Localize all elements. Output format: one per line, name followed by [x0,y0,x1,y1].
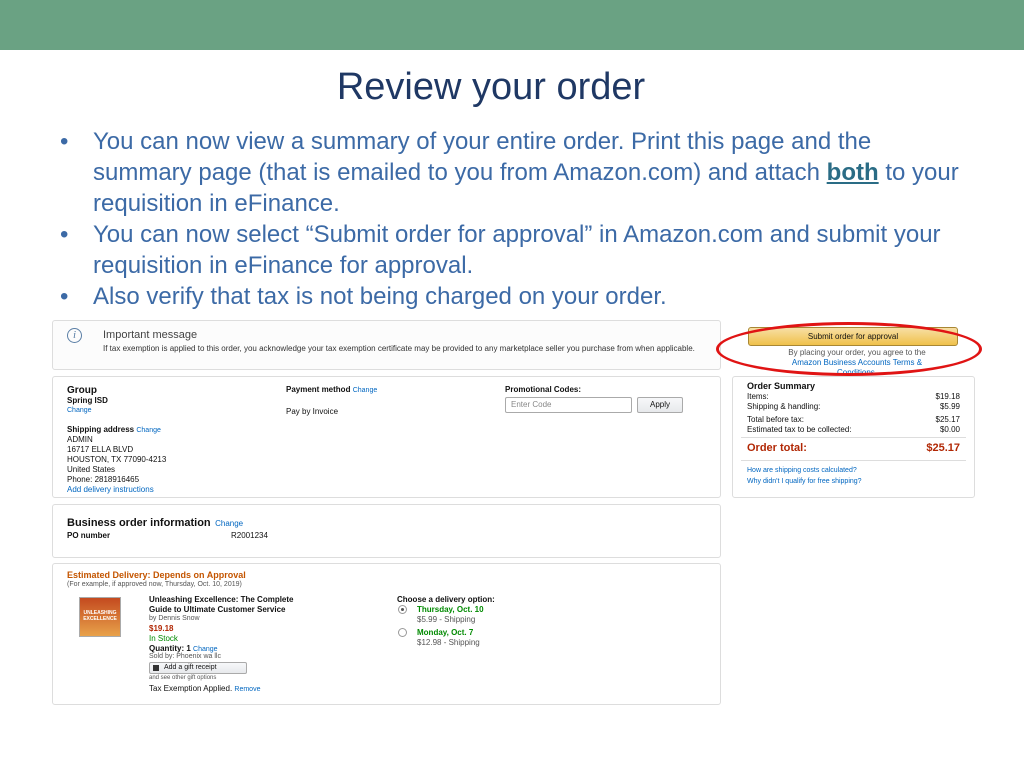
item-quantity: Quantity: 1 Change [149,644,218,653]
po-number-label: PO number [67,531,111,540]
message-body: If tax exemption is applied to this orde… [103,344,695,353]
slide-title: Review your order [336,66,646,108]
payment-change-link[interactable]: Change [353,387,378,394]
bullet-item: Also verify that tax is not being charge… [60,281,960,312]
group-value: Spring ISD [67,396,108,405]
tax-exemption-line: Tax Exemption Applied. Remove [149,684,261,693]
summary-row: Total before tax: $25.17 [747,415,960,424]
info-icon: i [67,328,82,343]
bullet-item: You can now view a summary of your entir… [60,126,960,219]
shipping-line: 16717 ELLA BLVD [67,445,134,454]
business-order-info-panel: Business order information Change PO num… [52,504,721,558]
item-title: Guide to Ultimate Customer Service [149,605,286,614]
shipping-line: United States [67,465,116,474]
divider [741,437,966,438]
bullet-list: You can now view a summary of your entir… [60,126,960,312]
remove-link[interactable]: Remove [234,686,260,693]
estimated-delivery: Estimated Delivery: Depends on Approval [67,570,246,580]
gift-options: and see other gift options [149,675,217,681]
group-change-link[interactable]: Change [67,407,92,414]
order-summary-title: Order Summary [747,381,816,391]
item-price: $19.18 [149,624,174,633]
delivery-option-date: Monday, Oct. 7 [417,628,474,637]
summary-row: Items: $19.18 [747,392,960,401]
shipping-change-link[interactable]: Change [136,427,161,434]
delivery-option-price: $12.98 - Shipping [417,638,480,647]
book-cover-image: UNLEASHING EXCELLENCE [79,597,121,637]
order-summary-panel: Order Summary Items: $19.18 Shipping & ha… [732,376,975,498]
item-author: by Dennis Snow [149,615,200,622]
delivery-instructions-link[interactable]: Add delivery instructions [67,485,154,495]
gift-icon [153,665,159,671]
header-bar [0,0,1024,50]
delivery-option-date: Thursday, Oct. 10 [417,605,484,614]
divider [741,460,966,461]
business-info-heading: Business order information Change [67,517,244,529]
summary-row: Estimated tax to be collected: $0.00 [747,425,960,434]
submit-order-button[interactable]: Submit order for approval [748,327,958,346]
po-number-value: R2001234 [231,531,268,540]
delivery-option-radio[interactable] [398,628,407,637]
delivery-panel: Estimated Delivery: Depends on Approval … [52,563,721,705]
terms-agreement: By placing your order, you agree to the … [752,348,962,378]
summary-row: Shipping & handling: $5.99 [747,402,960,411]
terms-link[interactable]: Amazon Business Accounts Terms & [752,358,962,368]
order-total-row: Order total: $25.17 [747,442,960,454]
promo-label: Promotional Codes: [505,385,582,394]
delivery-example: (For example, if approved now, Thursday,… [67,581,242,588]
item-title: Unleashing Excellence: The Complete [149,595,294,604]
amazon-review-screenshot: i Important message If tax exemption is … [52,320,982,710]
group-label: Group [67,385,97,396]
payment-method-heading: Payment method Change [286,385,378,394]
shipping-line: ADMIN [67,435,93,444]
shipping-line: HOUSTON, TX 77090-4213 [67,455,167,464]
message-title: Important message [103,329,198,341]
delivery-option-radio[interactable] [398,605,407,614]
choose-delivery-label: Choose a delivery option: [397,595,495,604]
sold-by: Sold by: Phoenix wa llc [149,653,221,660]
delivery-option-price: $5.99 - Shipping [417,615,476,624]
quantity-change-link[interactable]: Change [193,646,218,653]
apply-button[interactable]: Apply [637,397,683,413]
shipping-line: Phone: 2818916465 [67,475,140,484]
both-emphasis: both [826,159,879,186]
gift-receipt-button[interactable]: Add a gift receipt [149,662,247,674]
shipping-costs-link[interactable]: How are shipping costs calculated? [747,467,857,474]
important-message-panel: i Important message If tax exemption is … [52,320,721,370]
business-info-change-link[interactable]: Change [215,519,243,528]
item-stock: In Stock [149,634,178,643]
promo-code-input[interactable]: Enter Code [505,397,632,413]
shipping-address-heading: Shipping address Change [67,425,161,434]
bullet-item: You can now select “Submit order for app… [60,219,960,281]
free-shipping-link[interactable]: Why didn't I qualify for free shipping? [747,478,862,485]
order-details-panel: Group Spring ISD Change Shipping address… [52,376,721,498]
payment-value: Pay by Invoice [286,407,339,416]
